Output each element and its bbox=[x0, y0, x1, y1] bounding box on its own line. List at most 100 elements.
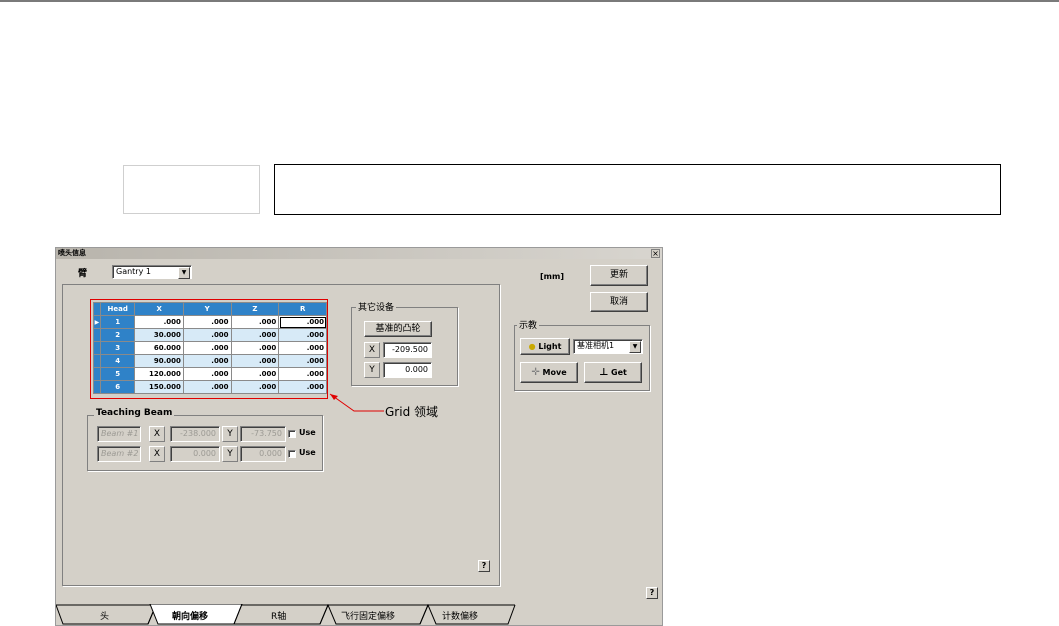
panel-help-button[interactable]: ? bbox=[478, 560, 490, 572]
tab-head[interactable]: 头 bbox=[100, 609, 109, 622]
beam-2-y-field[interactable]: 0.000 bbox=[240, 446, 286, 462]
cell-x[interactable]: .000 bbox=[134, 315, 184, 329]
move-button[interactable]: ✛ Move bbox=[520, 362, 578, 383]
arm-label: 臂 bbox=[78, 269, 88, 279]
column-header-r[interactable]: R bbox=[278, 302, 327, 316]
beam-1-x-label: X bbox=[149, 426, 165, 442]
table-row[interactable]: 2 30.000 .000 .000 .000 bbox=[93, 328, 327, 342]
close-button[interactable]: × bbox=[651, 249, 660, 258]
cell-x[interactable]: 150.000 bbox=[134, 380, 184, 394]
current-row-marker: ▶ bbox=[93, 315, 101, 329]
cell-y[interactable]: .000 bbox=[182, 380, 232, 394]
top-rule bbox=[0, 0, 1059, 2]
cell-r[interactable]: .000 bbox=[278, 380, 327, 394]
unit-label: [mm] bbox=[540, 272, 564, 281]
beam-1-x-field[interactable]: -238.000 bbox=[170, 426, 220, 442]
beam-2-x-label: X bbox=[149, 446, 165, 462]
gantry-select[interactable]: Gantry 1 ▼ bbox=[112, 265, 192, 279]
teaching-beam-title: Teaching Beam bbox=[94, 408, 175, 418]
tab-bar: 头 朝向偏移 R轴 飞行固定偏移 计数偏移 bbox=[56, 604, 662, 626]
cell-r[interactable]: .000 bbox=[278, 328, 327, 342]
dialog-help-button[interactable]: ? bbox=[646, 587, 658, 599]
table-row[interactable]: ▶ 1 .000 .000 .000 .000 bbox=[93, 315, 327, 329]
beam-1-y-field[interactable]: -73.750 bbox=[240, 426, 286, 442]
row-selector[interactable] bbox=[93, 341, 101, 355]
chevron-down-icon[interactable]: ▼ bbox=[178, 267, 190, 279]
table-row[interactable]: 5 120.000 .000 .000 .000 bbox=[93, 367, 327, 381]
cell-y[interactable]: .000 bbox=[182, 341, 232, 355]
light-button[interactable]: ● Light bbox=[520, 338, 570, 355]
beam-2-x-field[interactable]: 0.000 bbox=[170, 446, 220, 462]
row-selector[interactable] bbox=[93, 354, 101, 368]
chevron-down-icon[interactable]: ▼ bbox=[629, 341, 641, 353]
other-x-field[interactable]: -209.500 bbox=[383, 342, 432, 358]
beam-2-use-checkbox[interactable] bbox=[288, 450, 296, 458]
row-head-number[interactable]: 5 bbox=[99, 367, 136, 381]
tab-orientation-offset[interactable]: 朝向偏移 bbox=[172, 609, 208, 622]
cell-x[interactable]: 90.000 bbox=[134, 354, 184, 368]
cell-r[interactable]: .000 bbox=[278, 341, 327, 355]
tab-r-axis[interactable]: R轴 bbox=[271, 609, 286, 622]
light-bulb-icon: ● bbox=[528, 342, 536, 351]
cell-z[interactable]: .000 bbox=[230, 341, 280, 355]
row-selector[interactable] bbox=[93, 367, 101, 381]
table-row[interactable]: 3 60.000 .000 .000 .000 bbox=[93, 341, 327, 355]
tab-flying-fixed-offset[interactable]: 飞行固定偏移 bbox=[341, 609, 395, 622]
cell-x[interactable]: 30.000 bbox=[134, 328, 184, 342]
cell-y[interactable]: .000 bbox=[182, 315, 232, 329]
column-header-y[interactable]: Y bbox=[182, 302, 232, 316]
beam-2-use-label: Use bbox=[299, 448, 316, 457]
cell-z[interactable]: .000 bbox=[230, 328, 280, 342]
beam-2-name: Beam #2 bbox=[97, 446, 141, 462]
teaching-beam-group bbox=[87, 415, 323, 471]
grid-corner bbox=[93, 302, 101, 316]
tab-count-offset[interactable]: 计数偏移 bbox=[442, 609, 478, 622]
head-offset-grid: Head X Y Z R ▶ 1 .000 .000 .000 .000 2 3… bbox=[93, 302, 327, 394]
cell-y[interactable]: .000 bbox=[182, 367, 232, 381]
column-header-x[interactable]: X bbox=[134, 302, 184, 316]
cell-z[interactable]: .000 bbox=[230, 354, 280, 368]
get-button[interactable]: ⊥ Get bbox=[584, 362, 642, 383]
cell-x[interactable]: 60.000 bbox=[134, 341, 184, 355]
gantry-select-value: Gantry 1 bbox=[116, 267, 151, 276]
cell-y[interactable]: .000 bbox=[182, 354, 232, 368]
move-button-label: Move bbox=[542, 368, 567, 377]
table-row[interactable]: 4 90.000 .000 .000 .000 bbox=[93, 354, 327, 368]
note-box bbox=[123, 165, 260, 214]
camera-select-value: 基准相机1 bbox=[577, 341, 615, 350]
row-head-number[interactable]: 4 bbox=[99, 354, 136, 368]
get-nozzle-icon: ⊥ bbox=[599, 367, 609, 378]
cell-x[interactable]: 120.000 bbox=[134, 367, 184, 381]
grid-header-row: Head X Y Z R bbox=[93, 302, 327, 316]
row-head-number[interactable]: 3 bbox=[99, 341, 136, 355]
table-row[interactable]: 6 150.000 .000 .000 .000 bbox=[93, 380, 327, 394]
cell-r[interactable]: .000 bbox=[278, 367, 327, 381]
column-header-z[interactable]: Z bbox=[230, 302, 280, 316]
grid-area-annotation: Grid 领域 bbox=[385, 405, 438, 419]
camera-select[interactable]: 基准相机1 ▼ bbox=[573, 339, 643, 354]
row-head-number[interactable]: 6 bbox=[99, 380, 136, 394]
head-info-dialog: 喷头信息 × 臂 Gantry 1 ▼ Head X Y Z R ▶ 1 .00… bbox=[55, 247, 663, 626]
cell-z[interactable]: .000 bbox=[230, 315, 280, 329]
column-header-head[interactable]: Head bbox=[99, 302, 136, 316]
row-head-number[interactable]: 2 bbox=[99, 328, 136, 342]
reference-cam-button[interactable]: 基准的凸轮 bbox=[364, 321, 432, 337]
other-y-field[interactable]: 0.000 bbox=[383, 362, 432, 378]
row-selector[interactable] bbox=[93, 380, 101, 394]
cancel-button[interactable]: 取消 bbox=[590, 292, 648, 312]
cell-r[interactable]: .000 bbox=[278, 354, 327, 368]
cell-z[interactable]: .000 bbox=[230, 380, 280, 394]
cell-r[interactable]: .000 bbox=[278, 315, 327, 329]
beam-1-y-label: Y bbox=[222, 426, 238, 442]
row-head-number[interactable]: 1 bbox=[99, 315, 136, 329]
title-bar: 喷头信息 × bbox=[56, 248, 662, 259]
update-button[interactable]: 更新 bbox=[590, 265, 648, 286]
other-x-label: X bbox=[364, 342, 380, 358]
cell-z[interactable]: .000 bbox=[230, 367, 280, 381]
beam-1-use-checkbox[interactable] bbox=[288, 430, 296, 438]
row-selector[interactable] bbox=[93, 328, 101, 342]
beam-2-y-label: Y bbox=[222, 446, 238, 462]
cell-y[interactable]: .000 bbox=[182, 328, 232, 342]
dialog-title: 喷头信息 bbox=[58, 249, 86, 257]
light-button-label: Light bbox=[538, 342, 562, 351]
